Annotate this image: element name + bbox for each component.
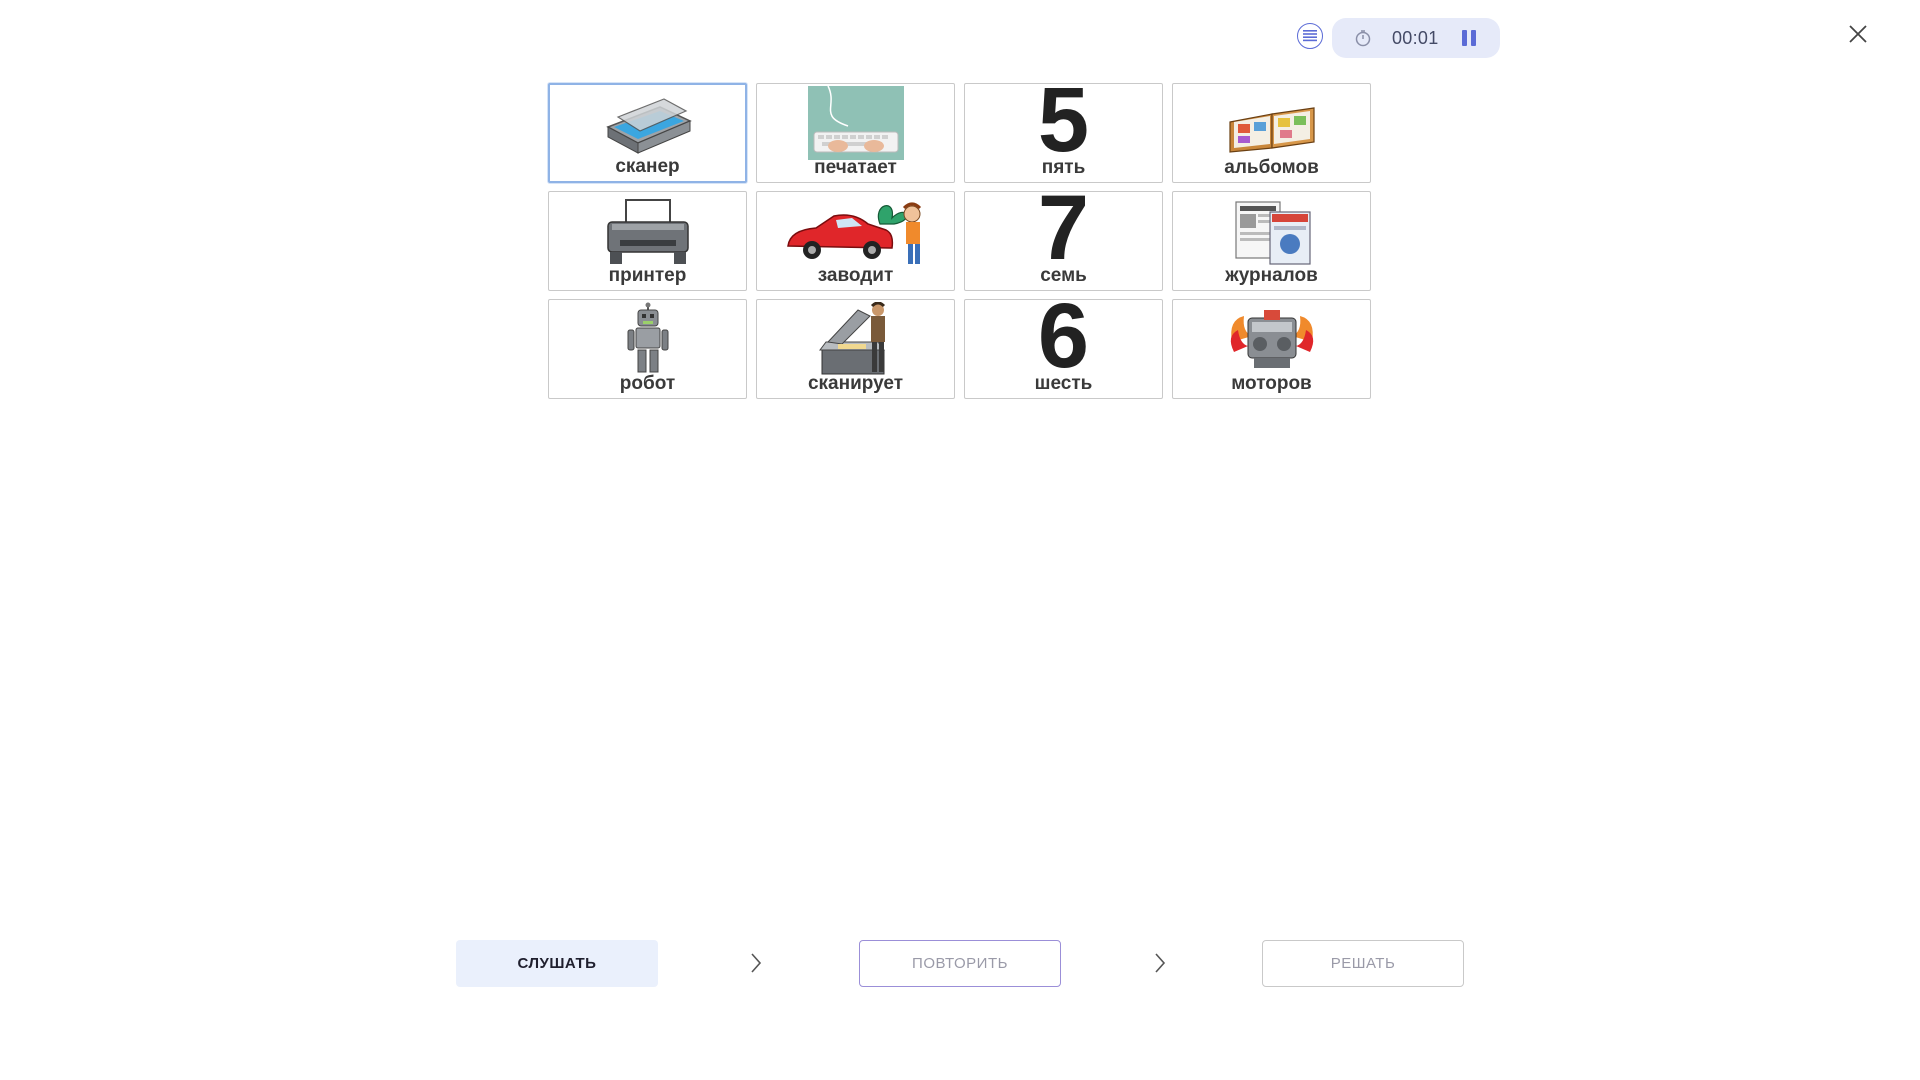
card-scanner[interactable]: сканер xyxy=(548,83,747,183)
card-winds-up[interactable]: заводит xyxy=(756,191,955,291)
card-five[interactable]: 5 пять xyxy=(964,83,1163,183)
card-label: заводит xyxy=(817,265,894,286)
list-button[interactable] xyxy=(1297,23,1323,49)
digit-seven-icon: 7 xyxy=(1037,191,1090,279)
card-magazines[interactable]: журналов xyxy=(1172,191,1371,291)
card-label: шесть xyxy=(1034,373,1093,394)
list-icon xyxy=(1303,30,1317,42)
card-label: сканер xyxy=(615,156,680,177)
typing-keyboard-icon xyxy=(807,86,904,160)
card-label: сканирует xyxy=(807,373,904,394)
printer-icon xyxy=(606,199,689,264)
card-printer[interactable]: принтер xyxy=(548,191,747,291)
listen-button[interactable]: СЛУШАТЬ xyxy=(456,940,658,987)
repeat-button[interactable]: ПОВТОРИТЬ xyxy=(859,940,1061,987)
card-scans[interactable]: сканирует xyxy=(756,299,955,399)
robot-icon xyxy=(627,302,668,373)
exercise-page: 00:01 сканер печатает 5 пять альбомов пр… xyxy=(0,0,1920,1080)
timer-value: 00:01 xyxy=(1392,28,1439,48)
scanner-icon xyxy=(605,98,692,154)
card-robot[interactable]: робот xyxy=(548,299,747,399)
card-label: моторов xyxy=(1231,373,1312,394)
digit-five-icon: 5 xyxy=(1037,83,1090,171)
chevron-right-icon xyxy=(1155,953,1166,973)
card-six[interactable]: 6 шесть xyxy=(964,299,1163,399)
card-label: семь xyxy=(1040,265,1087,286)
card-label: печатает xyxy=(814,157,897,178)
wind-up-car-icon xyxy=(786,202,921,264)
card-engines[interactable]: моторов xyxy=(1172,299,1371,399)
stopwatch-icon xyxy=(1355,30,1371,47)
card-label: журналов xyxy=(1225,265,1318,286)
card-label: альбомов xyxy=(1224,157,1319,178)
timer-panel: 00:01 xyxy=(1332,18,1500,58)
card-label: принтер xyxy=(608,265,687,286)
close-icon[interactable] xyxy=(1848,24,1868,44)
magazines-icon xyxy=(1234,201,1311,265)
word-grid: сканер печатает 5 пять альбомов принтер … xyxy=(548,83,1371,399)
photo-albums-icon xyxy=(1228,107,1315,153)
solve-button[interactable]: РЕШАТЬ xyxy=(1262,940,1464,987)
engine-icon xyxy=(1230,310,1313,368)
card-albums[interactable]: альбомов xyxy=(1172,83,1371,183)
card-seven[interactable]: 7 семь xyxy=(964,191,1163,291)
chevron-right-icon xyxy=(751,953,762,973)
person-scanning-icon xyxy=(818,302,885,375)
digit-six-icon: 6 xyxy=(1037,299,1090,387)
card-label: пять xyxy=(1041,157,1086,178)
card-typing[interactable]: печатает xyxy=(756,83,955,183)
card-label: робот xyxy=(619,373,676,394)
pause-icon[interactable] xyxy=(1460,29,1478,47)
